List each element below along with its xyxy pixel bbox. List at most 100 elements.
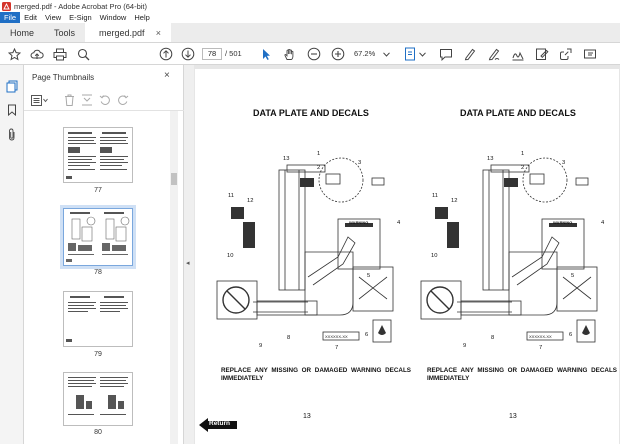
thumbnails-toolbar xyxy=(24,89,184,111)
callout-8-right: 8 xyxy=(491,335,494,341)
draw-freehand-icon[interactable] xyxy=(486,46,502,62)
tab-bar: Home Tools merged.pdf × xyxy=(0,23,620,43)
page-thumbnail-79[interactable] xyxy=(63,291,133,347)
next-page-icon[interactable] xyxy=(180,46,196,62)
callout-6-right: 6 xyxy=(569,332,572,338)
callout-1-right: 1 xyxy=(521,151,524,157)
callout-5: 5 xyxy=(367,273,370,279)
callout-13: 13 xyxy=(283,156,289,162)
decal-diagram-left: 1 2 3 4 5 6 7 8 9 10 11 12 13 WARNING XX… xyxy=(216,151,401,351)
callout-4-right: 4 xyxy=(601,220,605,226)
callout-2-right: 2 xyxy=(521,165,524,171)
page-title-left: DATA PLATE AND DECALS xyxy=(253,108,369,118)
zoom-dropdown-chevron-icon[interactable] xyxy=(382,46,390,62)
menu-view[interactable]: View xyxy=(41,12,65,23)
callout-11: 11 xyxy=(228,193,234,199)
callout-6: 6 xyxy=(365,332,368,338)
tab-home[interactable]: Home xyxy=(0,23,44,42)
extract-pages-icon[interactable] xyxy=(80,93,94,107)
page-thumbnail-78[interactable] xyxy=(60,205,136,269)
warning-decal-label-right: WARNING xyxy=(553,220,572,225)
callout-3-right: 3 xyxy=(562,160,565,166)
callout-10: 10 xyxy=(227,253,233,259)
callout-9-right: 9 xyxy=(463,343,466,349)
menu-edit[interactable]: Edit xyxy=(20,12,41,23)
zoom-out-icon[interactable] xyxy=(306,46,322,62)
more-tools-icon[interactable] xyxy=(582,46,598,62)
delete-page-trash-icon[interactable] xyxy=(62,93,76,107)
attachments-paperclip-icon[interactable] xyxy=(5,127,19,141)
warning-note-left: REPLACE ANY MISSING OR DAMAGED WARNING D… xyxy=(221,367,411,382)
panel-collapse-handle[interactable]: ◂ xyxy=(184,65,194,444)
return-button[interactable]: Return xyxy=(199,418,237,432)
thumbnails-header: Page Thumbnails xyxy=(32,73,95,82)
main-toolbar: 78 / 501 67.2% xyxy=(0,43,620,65)
thumbnails-close-button[interactable]: × xyxy=(164,70,170,81)
thumbnail-label-80: 80 xyxy=(94,429,102,436)
page-fit-icon[interactable] xyxy=(402,46,418,62)
share-link-icon[interactable] xyxy=(558,46,574,62)
page-title-right: DATA PLATE AND DECALS xyxy=(460,108,576,118)
page-thumbnail-77[interactable] xyxy=(63,127,133,183)
document-view[interactable]: DATA PLATE AND DECALS DATA PLATE AND DEC… xyxy=(194,65,620,444)
callout-7: 7 xyxy=(335,345,338,351)
decal-code: XXXXXX-XX xyxy=(325,334,348,339)
comment-icon[interactable] xyxy=(438,46,454,62)
warning-decal-label: WARNING xyxy=(349,220,368,225)
fill-sign-icon[interactable] xyxy=(534,46,550,62)
page-fit-chevron-icon[interactable] xyxy=(418,46,426,62)
sign-icon[interactable] xyxy=(510,46,526,62)
navigation-rail xyxy=(0,65,24,444)
zoom-level[interactable]: 67.2% xyxy=(354,48,384,60)
page-thumbnails-panel: Page Thumbnails × 77 78 79 80 xyxy=(24,65,184,444)
tab-tools[interactable]: Tools xyxy=(44,23,85,42)
menu-esign[interactable]: E-Sign xyxy=(65,12,96,23)
print-icon[interactable] xyxy=(52,46,68,62)
callout-2: 2 xyxy=(317,165,320,171)
thumbnail-label-79: 79 xyxy=(94,351,102,358)
callout-3: 3 xyxy=(358,160,361,166)
page-number-right: 13 xyxy=(509,413,517,420)
menu-help[interactable]: Help xyxy=(130,12,153,23)
menu-bar: File Edit View E-Sign Window Help xyxy=(0,12,620,23)
page-number-left: 13 xyxy=(303,413,311,420)
thumbnail-label-77: 77 xyxy=(94,187,102,194)
thumbnail-options-menu-icon[interactable] xyxy=(30,93,50,107)
tab-document[interactable]: merged.pdf × xyxy=(85,23,172,43)
callout-11-right: 11 xyxy=(432,193,438,199)
thumbnails-scrollbar-thumb[interactable] xyxy=(171,173,177,185)
page-thumbnail-80[interactable] xyxy=(63,372,133,426)
collapse-arrow-icon: ◂ xyxy=(186,260,190,267)
rotate-left-icon[interactable] xyxy=(98,93,112,107)
tab-document-label: merged.pdf xyxy=(99,27,145,38)
highlight-pen-icon[interactable] xyxy=(462,46,478,62)
warning-note-right: REPLACE ANY MISSING OR DAMAGED WARNING D… xyxy=(427,367,617,382)
callout-4: 4 xyxy=(397,220,401,226)
page-total: / 501 xyxy=(225,49,242,58)
bookmark-star-icon[interactable] xyxy=(6,46,22,62)
hand-tool-icon[interactable] xyxy=(281,46,297,62)
callout-12-right: 12 xyxy=(451,198,457,204)
page-thumbnails-icon[interactable] xyxy=(5,79,19,93)
tab-close-button[interactable]: × xyxy=(156,23,161,43)
bookmarks-icon[interactable] xyxy=(5,103,19,117)
menu-file[interactable]: File xyxy=(0,12,21,23)
page-number-input[interactable]: 78 xyxy=(202,48,222,60)
callout-7-right: 7 xyxy=(539,345,542,351)
decal-diagram-right: 1 2 3 4 5 6 7 8 9 10 11 12 13 WARNING XX… xyxy=(420,151,605,351)
callout-10-right: 10 xyxy=(431,253,437,259)
previous-page-icon[interactable] xyxy=(158,46,174,62)
window-title: merged.pdf - Adobe Acrobat Pro (64-bit) xyxy=(14,1,147,11)
return-label: Return xyxy=(209,420,230,427)
upload-cloud-icon[interactable] xyxy=(29,46,45,62)
rotate-right-icon[interactable] xyxy=(116,93,130,107)
callout-1: 1 xyxy=(317,151,320,157)
zoom-magnifier-icon[interactable] xyxy=(75,46,91,62)
menu-window[interactable]: Window xyxy=(96,12,131,23)
acrobat-icon xyxy=(2,1,11,11)
decal-code-right: XXXXXX-XX xyxy=(529,334,552,339)
thumbnails-scrollbar[interactable] xyxy=(170,111,178,444)
zoom-in-icon[interactable] xyxy=(330,46,346,62)
pdf-page: DATA PLATE AND DECALS DATA PLATE AND DEC… xyxy=(195,69,619,444)
select-arrow-icon[interactable] xyxy=(258,46,274,62)
